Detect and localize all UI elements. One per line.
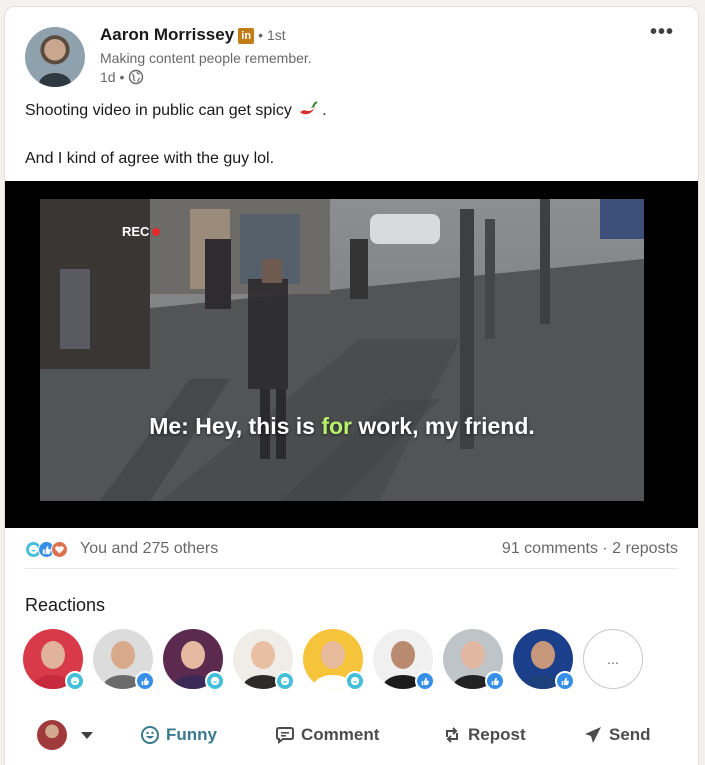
video-frame[interactable]: REC Me: Hey, this is for work, my friend… bbox=[40, 199, 644, 501]
funny-icon bbox=[205, 671, 225, 691]
my-avatar bbox=[37, 720, 67, 750]
comment-icon bbox=[276, 727, 294, 744]
send-button[interactable]: Send bbox=[583, 715, 651, 755]
social-counts-bar: You and 275 others 91 comments · 2 repos… bbox=[25, 537, 678, 569]
rec-dot-icon bbox=[152, 227, 161, 236]
send-icon bbox=[585, 727, 601, 743]
like-icon bbox=[555, 671, 575, 691]
identity-switcher[interactable] bbox=[37, 715, 93, 755]
reactor-avatar[interactable] bbox=[23, 629, 85, 691]
reactor-avatar[interactable] bbox=[303, 629, 365, 691]
globe-icon bbox=[129, 69, 144, 85]
like-icon bbox=[485, 671, 505, 691]
funny-reaction-button[interactable]: Funny bbox=[140, 715, 217, 755]
post-text-line-2: And I kind of agree with the guy lol. bbox=[25, 150, 275, 167]
action-bar: Funny Comment Repost Send bbox=[5, 715, 698, 755]
comments-reposts-count[interactable]: 91 comments · 2 reposts bbox=[502, 540, 678, 558]
comment-button[interactable]: Comment bbox=[275, 715, 379, 755]
funny-face-icon bbox=[141, 726, 159, 744]
reactions-heading: Reactions bbox=[25, 595, 106, 615]
funny-icon bbox=[65, 671, 85, 691]
post-card: Aaron Morrissey in • 1st Making content pe… bbox=[4, 6, 699, 765]
rec-indicator: REC bbox=[122, 224, 161, 239]
author-avatar[interactable] bbox=[25, 27, 85, 87]
more-options-icon[interactable]: ••• bbox=[650, 21, 674, 44]
repost-icon bbox=[446, 727, 458, 743]
linkedin-premium-icon: in bbox=[238, 28, 255, 44]
author-name-row[interactable]: Aaron Morrissey in • 1st bbox=[100, 25, 286, 45]
street-scene bbox=[40, 199, 644, 501]
rec-label: REC bbox=[122, 224, 150, 239]
post-meta: 1d • bbox=[100, 69, 144, 85]
connection-degree: • 1st bbox=[258, 27, 286, 43]
reactor-avatar[interactable] bbox=[513, 629, 575, 691]
more-reactors-button[interactable]: ... bbox=[583, 629, 643, 689]
like-icon bbox=[135, 671, 155, 691]
reactions-count[interactable]: You and 275 others bbox=[80, 540, 218, 558]
reactor-avatar[interactable] bbox=[373, 629, 435, 691]
send-label: Send bbox=[609, 725, 651, 744]
chili-pepper-icon bbox=[299, 101, 318, 115]
post-text-line-1: Shooting video in public can get spicy . bbox=[25, 101, 327, 119]
like-icon bbox=[415, 671, 435, 691]
reactor-avatar[interactable] bbox=[233, 629, 295, 691]
reactor-avatar[interactable] bbox=[93, 629, 155, 691]
post-text: Shooting video in public can get spicy .… bbox=[25, 99, 675, 171]
love-icon bbox=[51, 541, 68, 558]
reaction-summary-icons[interactable] bbox=[25, 541, 68, 558]
reactor-avatar[interactable] bbox=[443, 629, 505, 691]
repost-label: Repost bbox=[468, 725, 526, 744]
comment-label: Comment bbox=[301, 725, 380, 744]
post-time: 1d • bbox=[100, 69, 125, 85]
reactors-list: ... bbox=[23, 629, 643, 691]
author-name[interactable]: Aaron Morrissey bbox=[100, 25, 234, 44]
video-player[interactable]: REC Me: Hey, this is for work, my friend… bbox=[5, 181, 698, 528]
caret-down-icon bbox=[81, 731, 93, 739]
reactor-avatar[interactable] bbox=[163, 629, 225, 691]
funny-label: Funny bbox=[166, 725, 217, 744]
funny-icon bbox=[275, 671, 295, 691]
funny-icon bbox=[345, 671, 365, 691]
video-caption: Me: Hey, this is for work, my friend. bbox=[149, 413, 535, 439]
author-tagline: Making content people remember. bbox=[100, 50, 312, 66]
caption-highlight: for bbox=[321, 413, 353, 439]
repost-button[interactable]: Repost bbox=[442, 715, 526, 755]
post-text-spacer bbox=[25, 123, 675, 147]
